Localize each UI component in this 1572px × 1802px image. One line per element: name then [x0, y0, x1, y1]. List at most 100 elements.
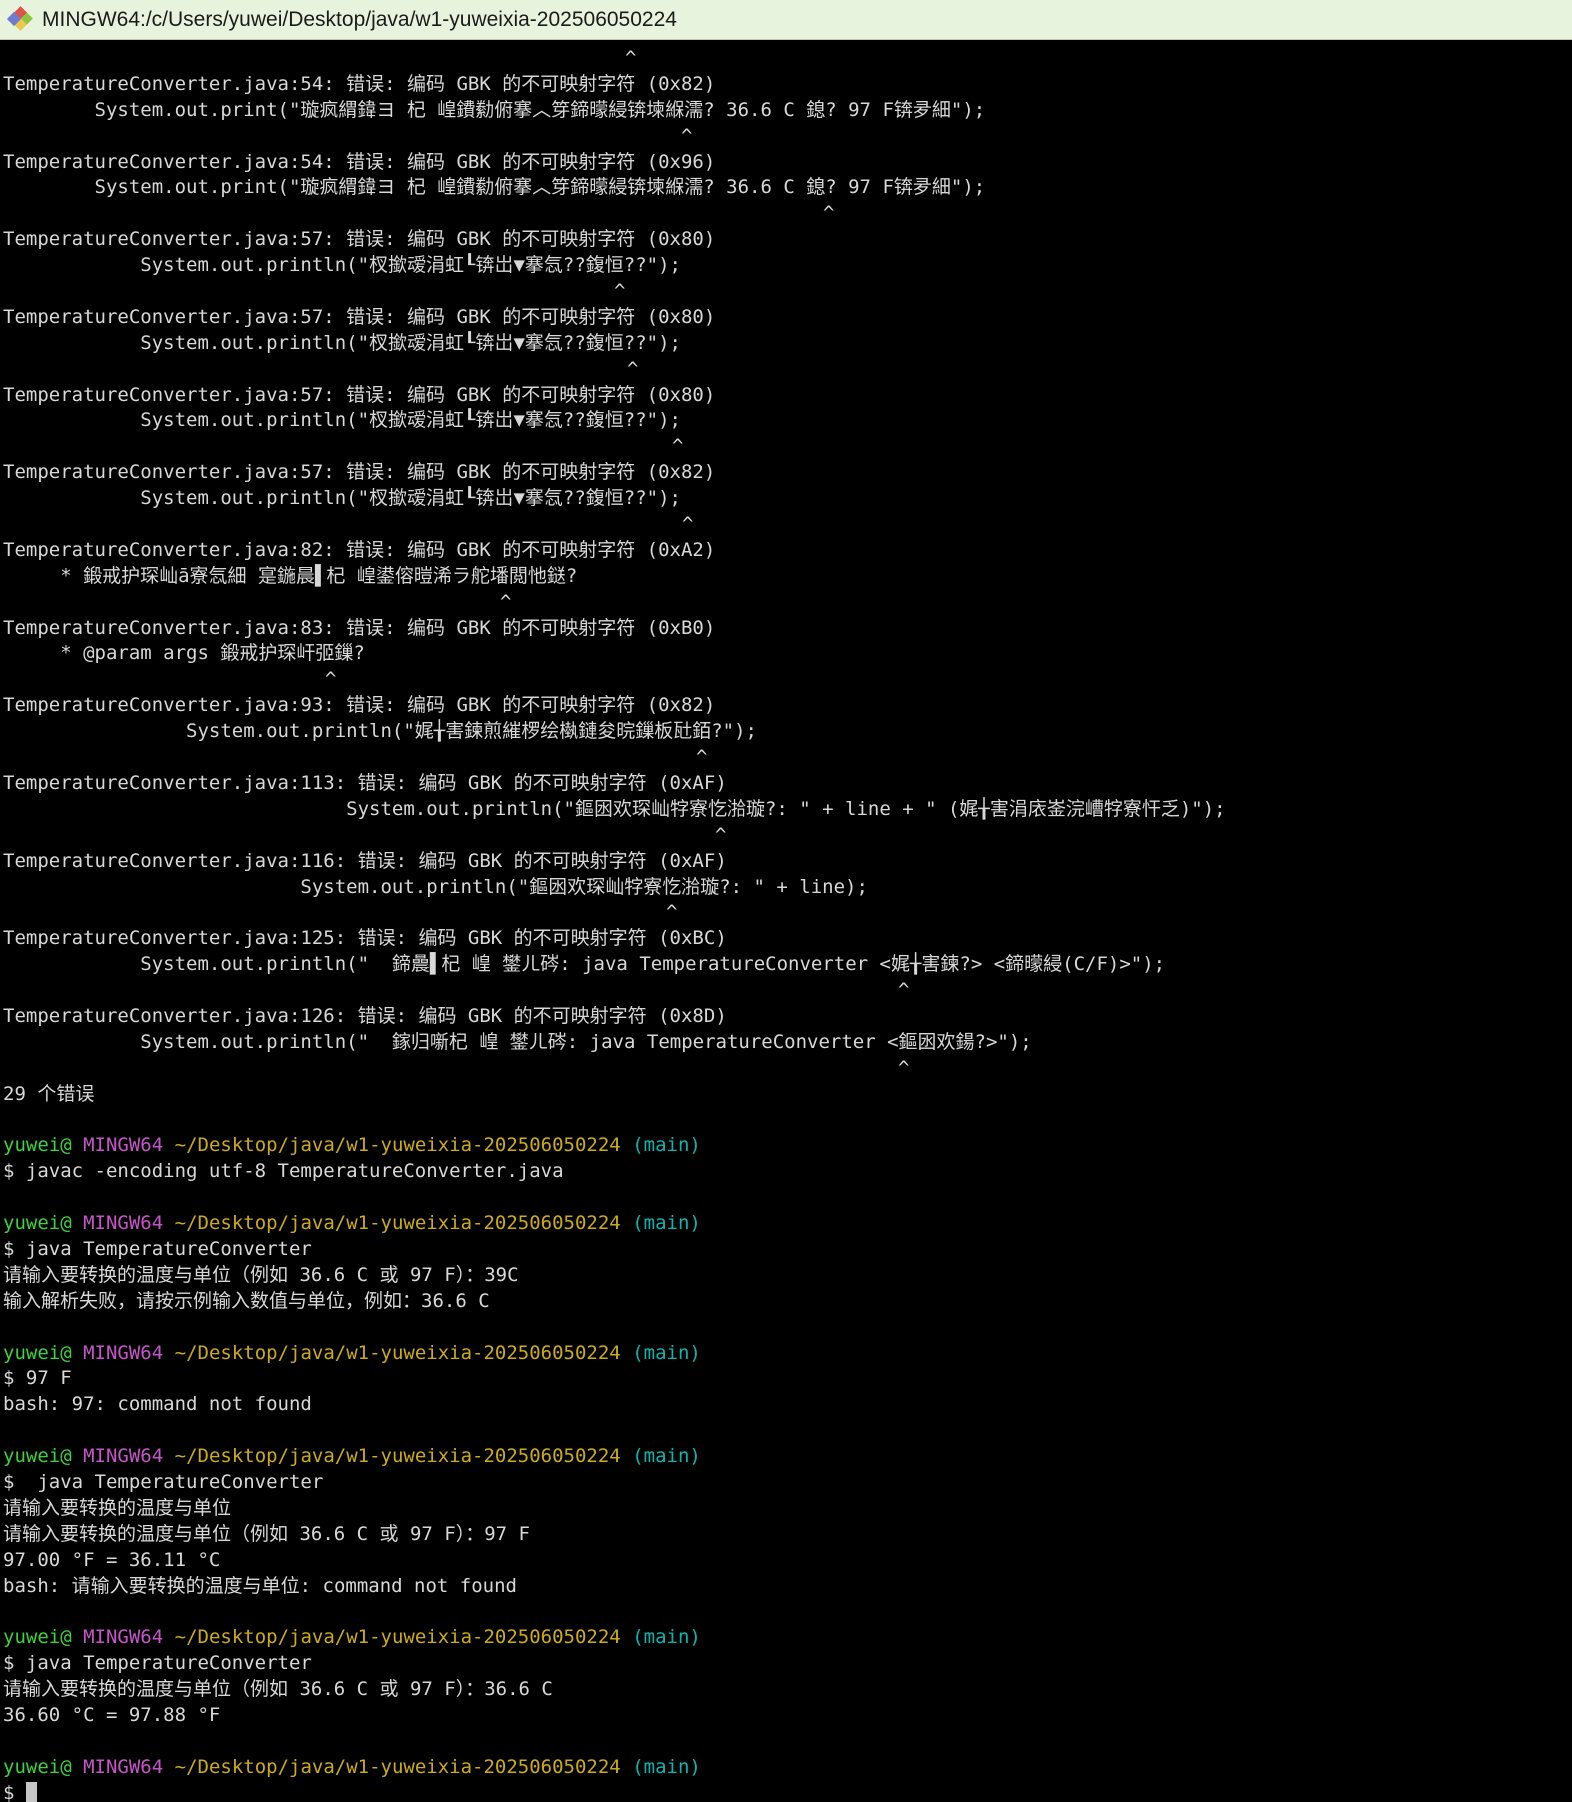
- output-line: 输入解析失败，请按示例输入数值与单位，例如：36.6 C: [3, 1289, 1572, 1315]
- output-line: $ java TemperatureConverter: [3, 1651, 1572, 1677]
- output-line: TemperatureConverter.java:57: 错误: 编码 GBK…: [3, 460, 1572, 486]
- prompt-path: ~/Desktop/java/w1-yuweixia-202506050224: [175, 1445, 621, 1467]
- input-line[interactable]: $: [3, 1781, 1572, 1802]
- prompt-line: yuwei@ MINGW64 ~/Desktop/java/w1-yuweixi…: [3, 1133, 1572, 1159]
- output-line: System.out.println("杈撳叆涓虹┖锛岀▼搴忥??鍑恒??");: [3, 253, 1572, 279]
- prompt-user: yuwei@: [3, 1212, 72, 1234]
- output-line: System.out.println("鏂囦欢琛屾牸寮忔湁璇?: " + lin…: [3, 875, 1572, 901]
- prompt-branch: (main): [632, 1445, 701, 1467]
- output-line: System.out.println(" 鎵归噺杞 崲 鐢ㄦ硶: java Te…: [3, 1030, 1572, 1056]
- blank-line: [3, 1108, 1572, 1134]
- output-line: TemperatureConverter.java:82: 错误: 编码 GBK…: [3, 538, 1572, 564]
- prompt-branch: (main): [632, 1626, 701, 1648]
- prompt-sysname: MINGW64: [83, 1756, 163, 1778]
- title-bar[interactable]: MINGW64:/c/Users/yuwei/Desktop/java/w1-y…: [0, 0, 1572, 40]
- caret-mark: ^: [3, 901, 677, 923]
- blank-line: [3, 1599, 1572, 1625]
- output-line: bash: 请输入要转换的温度与单位: command not found: [3, 1574, 1572, 1600]
- prompt-line: yuwei@ MINGW64 ~/Desktop/java/w1-yuweixi…: [3, 1625, 1572, 1651]
- output-line: TemperatureConverter.java:126: 错误: 编码 GB…: [3, 1004, 1572, 1030]
- caret-line: ^: [3, 357, 1572, 383]
- caret-mark: ^: [3, 746, 707, 768]
- cursor: [26, 1782, 37, 1802]
- prompt-path: ~/Desktop/java/w1-yuweixia-202506050224: [175, 1212, 621, 1234]
- output-line: System.out.println(" 鍗曟▌杞 崲 鐢ㄦ硶: java Te…: [3, 952, 1572, 978]
- caret-mark: ^: [3, 125, 692, 147]
- output-line: 29 个错误: [3, 1082, 1572, 1108]
- caret-line: ^: [3, 512, 1572, 538]
- prompt-sysname: MINGW64: [83, 1342, 163, 1364]
- caret-mark: ^: [3, 358, 638, 380]
- caret-mark: ^: [3, 668, 336, 690]
- blank-line: [3, 1315, 1572, 1341]
- prompt-user: yuwei@: [3, 1342, 72, 1364]
- terminal[interactable]: ^ TemperatureConverter.java:54: 错误: 编码 GB…: [0, 40, 1572, 1802]
- prompt-user: yuwei@: [3, 1445, 72, 1467]
- caret-line: ^: [3, 900, 1572, 926]
- output-line: System.out.print("璇疯緭鍏ヨ 杞 崲鐨勬俯搴︿笌鍗曚綅锛堜緥濡…: [3, 175, 1572, 201]
- prompt-line: yuwei@ MINGW64 ~/Desktop/java/w1-yuweixi…: [3, 1341, 1572, 1367]
- blank-line: [3, 1729, 1572, 1755]
- output-line: * 鍛戒护琛屾ā寮忥細 寔鍦晨▌杞 崲鍙傛暟浠ラ舵墦閲忚鎹?: [3, 564, 1572, 590]
- output-line: System.out.println("杈撳叆涓虹┖锛岀▼搴忥??鍑恒??");: [3, 486, 1572, 512]
- output-line: System.out.println("杈撳叆涓虹┖锛岀▼搴忥??鍑恒??");: [3, 331, 1572, 357]
- prompt-path: ~/Desktop/java/w1-yuweixia-202506050224: [175, 1342, 621, 1364]
- caret-mark: ^: [3, 202, 834, 224]
- prompt-sysname: MINGW64: [83, 1626, 163, 1648]
- prompt-user: yuwei@: [3, 1626, 72, 1648]
- output-line: 请输入要转换的温度与单位（例如 36.6 C 或 97 F）：39C: [3, 1263, 1572, 1289]
- output-line: 97.00 °F = 36.11 °C: [3, 1548, 1572, 1574]
- output-line: System.out.println("鏂囦欢琛屾牸寮忔湁璇?: " + lin…: [3, 797, 1572, 823]
- output-line: System.out.println("杈撳叆涓虹┖锛岀▼搴忥??鍑恒??");: [3, 408, 1572, 434]
- output-line: $ java TemperatureConverter: [3, 1237, 1572, 1263]
- prompt-line: yuwei@ MINGW64 ~/Desktop/java/w1-yuweixi…: [3, 1755, 1572, 1781]
- caret-mark: ^: [3, 979, 909, 1001]
- output-line: System.out.println("娓╁害鍊煎繀椤绘槸鏈夋晥鏁板瓧銆?");: [3, 719, 1572, 745]
- output-line: 请输入要转换的温度与单位（例如 36.6 C 或 97 F）：36.6 C: [3, 1677, 1572, 1703]
- output-line: $ java TemperatureConverter: [3, 1470, 1572, 1496]
- output-line: TemperatureConverter.java:57: 错误: 编码 GBK…: [3, 383, 1572, 409]
- caret-line: ^: [3, 1056, 1572, 1082]
- blank-line: [3, 1185, 1572, 1211]
- output-line: bash: 97: command not found: [3, 1392, 1572, 1418]
- caret-line: ^: [3, 667, 1572, 693]
- output-line: TemperatureConverter.java:113: 错误: 编码 GB…: [3, 771, 1572, 797]
- output-line: TemperatureConverter.java:54: 错误: 编码 GBK…: [3, 150, 1572, 176]
- output-line: TemperatureConverter.java:54: 错误: 编码 GBK…: [3, 72, 1572, 98]
- prompt-path: ~/Desktop/java/w1-yuweixia-202506050224: [175, 1626, 621, 1648]
- caret-line: ^: [3, 201, 1572, 227]
- output-line: * @param args 鍛戒护琛屽弬鏁?: [3, 641, 1572, 667]
- caret-mark: ^: [3, 435, 683, 457]
- prompt-line: yuwei@ MINGW64 ~/Desktop/java/w1-yuweixi…: [3, 1211, 1572, 1237]
- caret-mark: ^: [3, 824, 726, 846]
- prompt-user: yuwei@: [3, 1756, 72, 1778]
- output-line: TemperatureConverter.java:93: 错误: 编码 GBK…: [3, 693, 1572, 719]
- mintty-window: MINGW64:/c/Users/yuwei/Desktop/java/w1-y…: [0, 0, 1572, 1802]
- window-title: MINGW64:/c/Users/yuwei/Desktop/java/w1-y…: [42, 8, 677, 32]
- prompt-user: yuwei@: [3, 1134, 72, 1156]
- output-line: TemperatureConverter.java:57: 错误: 编码 GBK…: [3, 227, 1572, 253]
- caret-mark: ^: [3, 47, 636, 69]
- prompt-branch: (main): [632, 1756, 701, 1778]
- output-line: TemperatureConverter.java:57: 错误: 编码 GBK…: [3, 305, 1572, 331]
- prompt-sysname: MINGW64: [83, 1212, 163, 1234]
- output-line: 36.60 °C = 97.88 °F: [3, 1703, 1572, 1729]
- prompt-branch: (main): [632, 1134, 701, 1156]
- caret-line: ^: [3, 978, 1572, 1004]
- output-line: $ 97 F: [3, 1366, 1572, 1392]
- input-prompt-sign: $: [3, 1782, 26, 1802]
- caret-mark: ^: [3, 591, 511, 613]
- prompt-line: yuwei@ MINGW64 ~/Desktop/java/w1-yuweixi…: [3, 1444, 1572, 1470]
- caret-line: ^: [3, 823, 1572, 849]
- caret-mark: ^: [3, 1057, 909, 1079]
- prompt-branch: (main): [632, 1212, 701, 1234]
- msys2-diamonds-icon[interactable]: [6, 6, 34, 34]
- prompt-sysname: MINGW64: [83, 1445, 163, 1467]
- output-line: System.out.print("璇疯緭鍏ヨ 杞 崲鐨勬俯搴︿笌鍗曚綅锛堜緥濡…: [3, 98, 1572, 124]
- output-line: 请输入要转换的温度与单位（例如 36.6 C 或 97 F）：97 F: [3, 1522, 1572, 1548]
- output-line: $ javac -encoding utf-8 TemperatureConve…: [3, 1159, 1572, 1185]
- output-line: TemperatureConverter.java:83: 错误: 编码 GBK…: [3, 616, 1572, 642]
- caret-line: ^: [3, 590, 1572, 616]
- prompt-branch: (main): [632, 1342, 701, 1364]
- caret-line: ^: [3, 434, 1572, 460]
